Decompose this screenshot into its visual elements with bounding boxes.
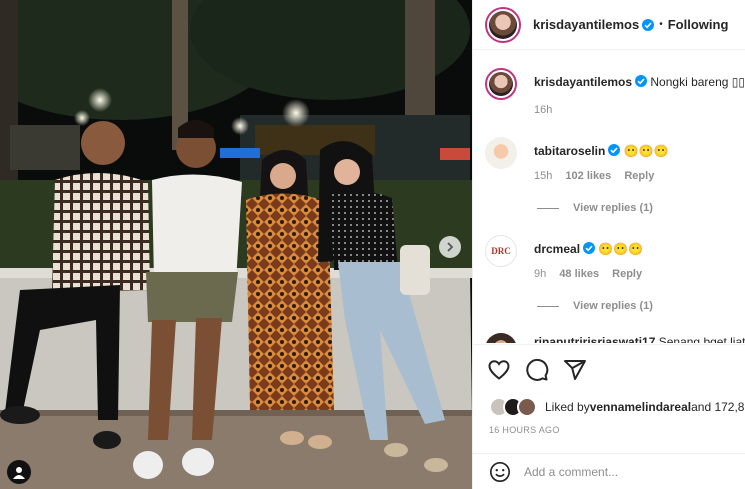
liked-by: Liked by vennamelindareal and 172,8: [489, 397, 744, 417]
author-username[interactable]: krisdayantilemos: [533, 17, 639, 32]
replies-divider: [537, 207, 559, 209]
comment-meta: 15h 102 likes Reply: [534, 170, 664, 182]
author-avatar[interactable]: [485, 68, 517, 100]
comment-text: 😶😶😶: [623, 144, 669, 158]
commenter-avatar[interactable]: [485, 333, 517, 343]
comment-username[interactable]: drcmeal: [534, 242, 580, 256]
verified-badge-icon: [635, 75, 648, 87]
commenter-avatar[interactable]: DRC: [485, 235, 517, 267]
post-header: krisdayantilemos • Following: [473, 0, 745, 50]
chevron-right-icon: [447, 242, 454, 252]
post-actions: Liked by vennamelindareal and 172,8 16 H…: [473, 344, 745, 489]
comment-text: 😶😶😶: [598, 242, 644, 256]
verified-badge-icon: [608, 144, 621, 156]
comment-time: 15h: [534, 170, 553, 182]
liked-by-user[interactable]: vennamelindareal: [590, 400, 691, 414]
comment-meta: 9h 48 likes Reply: [534, 268, 652, 280]
liked-by-prefix: Liked by: [545, 400, 590, 414]
caption-time: 16h: [534, 104, 553, 116]
comment-likes[interactable]: 102 likes: [565, 170, 611, 182]
comment-time: 9h: [534, 268, 547, 280]
emoji-icon[interactable]: [489, 461, 511, 483]
liked-by-count[interactable]: and 172,8: [691, 400, 744, 414]
caption-username[interactable]: krisdayantilemos: [534, 75, 632, 89]
caption-text: Nongki bareng: [650, 75, 729, 89]
next-image-button[interactable]: [439, 236, 461, 258]
view-replies-label: View replies (1): [573, 202, 653, 214]
author-avatar[interactable]: [485, 6, 521, 43]
reply-button[interactable]: Reply: [612, 268, 642, 280]
comment-username[interactable]: tabitaroselin: [534, 144, 605, 158]
comment-icon[interactable]: [525, 358, 549, 382]
liker-avatars[interactable]: [489, 397, 539, 417]
photo-scene: [0, 0, 472, 489]
user-tag-icon: [13, 467, 25, 479]
reply-button[interactable]: Reply: [624, 170, 654, 182]
comment-input[interactable]: [524, 465, 724, 479]
post-side-panel: krisdayantilemos • Following krisdayanti…: [472, 0, 745, 489]
caption-emoji: ▯▯: [731, 75, 745, 89]
post-timestamp: 16 HOURS AGO: [489, 425, 560, 435]
comment-likes[interactable]: 48 likes: [559, 268, 599, 280]
share-icon[interactable]: [563, 358, 587, 382]
tagged-users-button[interactable]: [7, 460, 31, 484]
verified-badge-icon: [583, 242, 596, 254]
caption-meta: 16h: [534, 104, 562, 116]
replies-divider: [537, 305, 559, 307]
view-replies-button[interactable]: View replies (1): [537, 300, 653, 312]
separator-dot: •: [659, 19, 663, 30]
comment-username[interactable]: rinaputririsriaswati17: [534, 335, 655, 343]
post-photo[interactable]: [0, 0, 472, 489]
commenter-avatar[interactable]: [485, 137, 517, 169]
action-icons: [487, 358, 587, 382]
comments-list[interactable]: krisdayantilemos Nongki bareng ▯▯ 16h ta…: [473, 51, 745, 343]
view-replies-button[interactable]: View replies (1): [537, 202, 653, 214]
comment-text: Senang bget liat: [658, 335, 745, 343]
following-button[interactable]: Following: [668, 17, 729, 32]
heart-icon[interactable]: [487, 358, 511, 382]
view-replies-label: View replies (1): [573, 300, 653, 312]
add-comment-bar: [473, 453, 745, 489]
verified-badge-icon: [642, 18, 655, 31]
